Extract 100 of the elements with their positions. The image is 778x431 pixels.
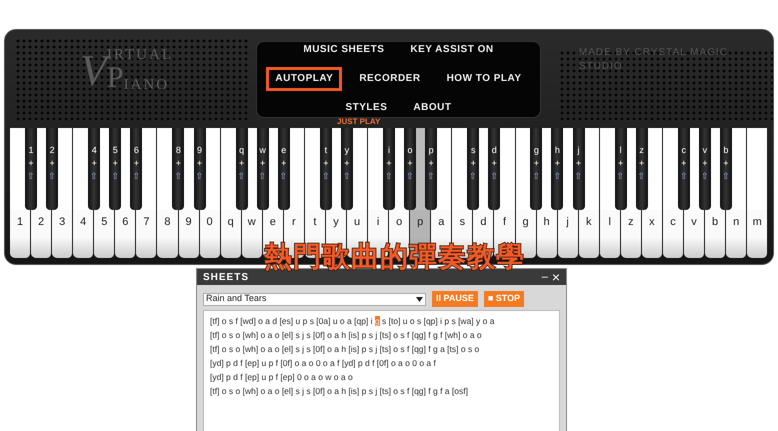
natural-key[interactable]: y bbox=[326, 210, 346, 238]
natural-key[interactable]: 0 bbox=[200, 210, 220, 238]
menu-item[interactable]: AUTOPLAY bbox=[266, 67, 342, 91]
natural-key[interactable]: n bbox=[726, 210, 746, 238]
plus-sign: + bbox=[176, 157, 182, 169]
plus-sign: + bbox=[260, 157, 266, 169]
natural-key[interactable]: q bbox=[220, 210, 241, 238]
song-select[interactable]: Rain and Tears bbox=[203, 292, 426, 306]
natural-key[interactable]: 2 bbox=[31, 210, 52, 238]
menu-item[interactable]: HOW TO PLAY bbox=[438, 67, 531, 91]
menu-item[interactable]: MUSIC SHEETS bbox=[294, 38, 394, 62]
menu-item[interactable]: KEY ASSIST ON bbox=[401, 38, 503, 62]
sharp-key[interactable]: h + ⇧ bbox=[551, 128, 564, 210]
sharp-key[interactable]: y + ⇧ bbox=[340, 128, 353, 210]
shift-arrow: ⇧ bbox=[638, 170, 646, 182]
menu-item[interactable]: STYLES bbox=[336, 96, 396, 120]
sheet-line: [tf] o s f [wd] o a d [es] u p s [0a] u o a [qp] i g s [to] u o s [qp] i p s [wa] y o a bbox=[210, 315, 496, 327]
natural-key[interactable]: 9 bbox=[178, 210, 199, 238]
shift-arrow: ⇧ bbox=[27, 170, 36, 182]
sharp-key[interactable]: d + ⇧ bbox=[488, 128, 500, 210]
natural-key[interactable]: b bbox=[705, 210, 726, 238]
shift-arrow: ⇧ bbox=[680, 170, 688, 182]
sharp-key[interactable]: v + ⇧ bbox=[698, 128, 711, 210]
sharp-key[interactable]: 4 + ⇧ bbox=[88, 128, 100, 210]
sharp-key[interactable]: c + ⇧ bbox=[678, 128, 690, 210]
key-label: 5 bbox=[112, 144, 118, 156]
sharp-key[interactable]: o + ⇧ bbox=[404, 128, 416, 210]
sharp-key[interactable]: 2 + ⇧ bbox=[46, 128, 58, 210]
natural-key[interactable]: d bbox=[473, 210, 494, 238]
shift-arrow: ⇧ bbox=[258, 170, 267, 182]
natural-key[interactable]: j bbox=[558, 210, 578, 238]
natural-key[interactable]: m bbox=[747, 210, 768, 238]
natural-key[interactable]: c bbox=[662, 210, 683, 238]
plus-sign: + bbox=[470, 157, 476, 169]
sharp-key[interactable]: l + ⇧ bbox=[614, 128, 627, 210]
natural-key[interactable]: p bbox=[410, 210, 430, 238]
sharp-key[interactable]: g + ⇧ bbox=[530, 128, 542, 210]
natural-key[interactable]: 7 bbox=[136, 210, 156, 238]
natural-key[interactable]: w bbox=[242, 210, 262, 238]
natural-key[interactable]: x bbox=[642, 210, 662, 238]
natural-key[interactable]: s bbox=[452, 210, 472, 238]
minimize-button[interactable]: – bbox=[542, 272, 548, 282]
plus-sign: + bbox=[681, 157, 686, 169]
shift-arrow: ⇧ bbox=[280, 170, 288, 182]
sharp-key[interactable]: t + ⇧ bbox=[320, 128, 332, 210]
sharp-key[interactable]: j + ⇧ bbox=[572, 128, 584, 210]
natural-key[interactable]: u bbox=[347, 210, 368, 238]
sharp-key[interactable]: 5 + ⇧ bbox=[109, 128, 122, 210]
natural-key[interactable]: t bbox=[304, 210, 325, 238]
plus-sign: + bbox=[238, 157, 244, 169]
sharp-key[interactable]: 9 + ⇧ bbox=[194, 128, 206, 210]
natural-key[interactable]: v bbox=[684, 210, 704, 238]
natural-key[interactable]: h bbox=[536, 210, 557, 238]
natural-key[interactable]: l bbox=[600, 210, 620, 238]
natural-key[interactable]: r bbox=[284, 210, 304, 238]
sharp-key[interactable]: 6 + ⇧ bbox=[130, 128, 142, 210]
shift-arrow: ⇧ bbox=[48, 170, 56, 182]
plus-sign: + bbox=[323, 157, 328, 169]
logo-text: IANO bbox=[124, 78, 170, 93]
plus-sign: + bbox=[407, 157, 413, 169]
shift-arrow: ⇧ bbox=[406, 170, 414, 182]
close-button[interactable]: × bbox=[552, 270, 560, 284]
natural-key[interactable]: o bbox=[389, 210, 410, 238]
key-label: 8 bbox=[176, 144, 181, 156]
sharp-key[interactable]: p + ⇧ bbox=[425, 128, 438, 210]
natural-key[interactable]: 8 bbox=[157, 210, 178, 238]
key-label: 6 bbox=[134, 144, 139, 156]
shift-arrow: ⇧ bbox=[532, 170, 540, 182]
natural-key[interactable]: e bbox=[262, 210, 283, 238]
plus-sign: + bbox=[281, 157, 286, 169]
natural-key[interactable]: 3 bbox=[52, 210, 72, 238]
sharp-key[interactable]: i + ⇧ bbox=[383, 128, 395, 210]
natural-key[interactable]: f bbox=[494, 210, 514, 238]
natural-key[interactable]: 6 bbox=[115, 210, 136, 238]
sharp-key[interactable]: s + ⇧ bbox=[467, 128, 480, 210]
shift-arrow: ⇧ bbox=[616, 170, 625, 182]
natural-key[interactable]: a bbox=[431, 210, 452, 238]
natural-key[interactable]: k bbox=[578, 210, 599, 238]
plus-sign: + bbox=[534, 157, 539, 169]
natural-key[interactable]: 1 bbox=[10, 210, 30, 238]
sharp-key[interactable]: 8 + ⇧ bbox=[172, 128, 184, 210]
plus-sign: + bbox=[134, 157, 139, 169]
sharp-key[interactable]: e + ⇧ bbox=[278, 128, 290, 210]
shift-arrow: ⇧ bbox=[174, 170, 182, 182]
menu-item[interactable]: RECORDER bbox=[350, 67, 430, 91]
plus-sign: + bbox=[428, 157, 434, 169]
natural-key[interactable]: i bbox=[368, 210, 388, 238]
natural-key[interactable]: 4 bbox=[73, 210, 94, 238]
sharp-key[interactable]: w + ⇧ bbox=[256, 128, 269, 210]
sharp-key[interactable]: b + ⇧ bbox=[720, 128, 732, 210]
natural-key[interactable]: z bbox=[620, 210, 641, 238]
sharp-key[interactable]: q + ⇧ bbox=[236, 128, 248, 210]
sharp-key[interactable]: z + ⇧ bbox=[636, 128, 648, 210]
natural-key[interactable]: 5 bbox=[94, 210, 114, 238]
plus-sign: + bbox=[492, 157, 497, 169]
natural-key[interactable]: g bbox=[516, 210, 536, 238]
plus-sign: + bbox=[49, 157, 55, 169]
sharp-key[interactable]: 1 + ⇧ bbox=[25, 128, 38, 210]
credit-text: MADE BY CRYSTAL MAGIC STUDIO bbox=[578, 46, 729, 74]
menu-item[interactable]: ABOUT bbox=[404, 96, 460, 120]
